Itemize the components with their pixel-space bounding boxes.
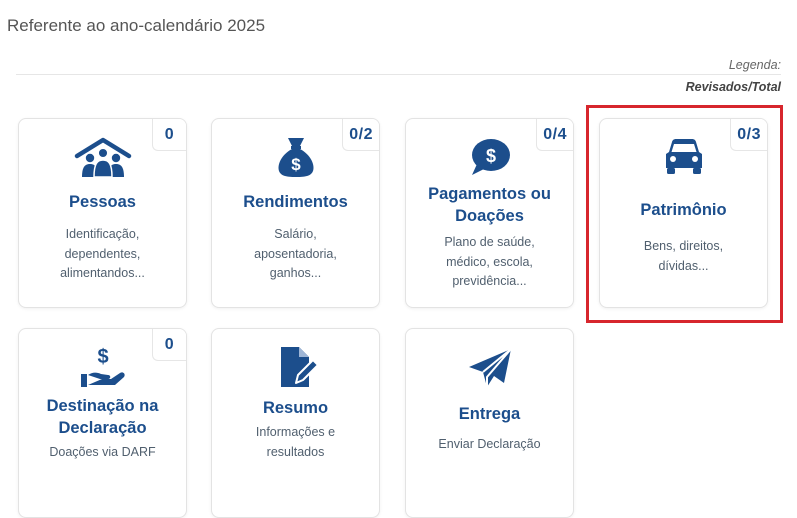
- hand-money-icon: $: [78, 345, 128, 389]
- money-chat-bubble-icon: $: [468, 137, 512, 177]
- card-description-line: Informações e: [255, 425, 336, 439]
- legend-divider: [16, 74, 781, 75]
- page-heading: Referente ao ano-calendário 2025: [7, 16, 266, 35]
- card-description-line: Salário,: [274, 227, 317, 241]
- card-description-line: médico, escola,: [446, 254, 533, 269]
- card-description-line: ganhos...: [269, 266, 322, 280]
- review-count-badge: 0/3: [730, 119, 767, 151]
- paper-plane-icon: [467, 347, 513, 389]
- card-patrimonio[interactable]: 0/3 Patrimônio Bens, direitos, dívidas..…: [599, 118, 768, 308]
- card-entrega[interactable]: Entrega Enviar Declaração: [405, 328, 574, 518]
- card-title: Entrega: [458, 405, 521, 423]
- card-title: Destinação na: [46, 397, 159, 415]
- card-resumo[interactable]: Resumo Informações e resultados: [211, 328, 380, 518]
- document-edit-icon: [273, 345, 319, 389]
- card-description-line: dívidas...: [658, 258, 709, 273]
- review-count-badge: 0/4: [536, 119, 573, 151]
- card-destinacao[interactable]: 0 $ Destinação na Declaração Doações via…: [18, 328, 187, 518]
- money-bag-icon: $: [274, 135, 318, 179]
- car-icon: [662, 137, 706, 177]
- card-title: Doações: [455, 207, 524, 225]
- card-description-line: Plano de saúde,: [444, 235, 535, 249]
- card-description-line: dependentes,: [64, 246, 141, 261]
- svg-text:$: $: [485, 146, 495, 166]
- card-title: Resumo: [262, 399, 329, 417]
- card-rendimentos[interactable]: 0/2 $ Rendimentos Salário, aposentadoria…: [211, 118, 380, 308]
- card-description-line: aposentadoria,: [254, 246, 337, 261]
- legend-value: Revisados/Total: [685, 80, 781, 94]
- review-count-badge: 0: [152, 329, 186, 361]
- card-description-line: resultados: [266, 444, 325, 459]
- legend-label: Legenda:: [728, 58, 781, 72]
- card-title: Declaração: [58, 419, 147, 437]
- card-description-line: previdência...: [452, 274, 527, 288]
- svg-text:$: $: [97, 346, 108, 368]
- card-title: Patrimônio: [640, 201, 727, 219]
- card-description-line: Doações via DARF: [49, 445, 156, 459]
- card-pagamentos-doacoes[interactable]: 0/4 $ Pagamentos ou Doações Plano de saú…: [405, 118, 574, 308]
- card-description-line: Bens, direitos,: [643, 239, 724, 253]
- card-title: Pagamentos ou: [428, 185, 551, 203]
- svg-text:$: $: [291, 155, 301, 174]
- card-pessoas[interactable]: 0 Pessoas Identificação, dependentes, al…: [18, 118, 187, 308]
- people-house-icon: [73, 137, 133, 179]
- card-description-line: alimentandos...: [60, 266, 145, 280]
- review-count-badge: 0: [152, 119, 186, 151]
- card-description-line: Enviar Declaração: [438, 437, 541, 451]
- card-title: Rendimentos: [243, 193, 348, 211]
- review-count-badge: 0/2: [342, 119, 379, 151]
- card-title: Pessoas: [69, 193, 136, 211]
- card-description-line: Identificação,: [65, 227, 140, 241]
